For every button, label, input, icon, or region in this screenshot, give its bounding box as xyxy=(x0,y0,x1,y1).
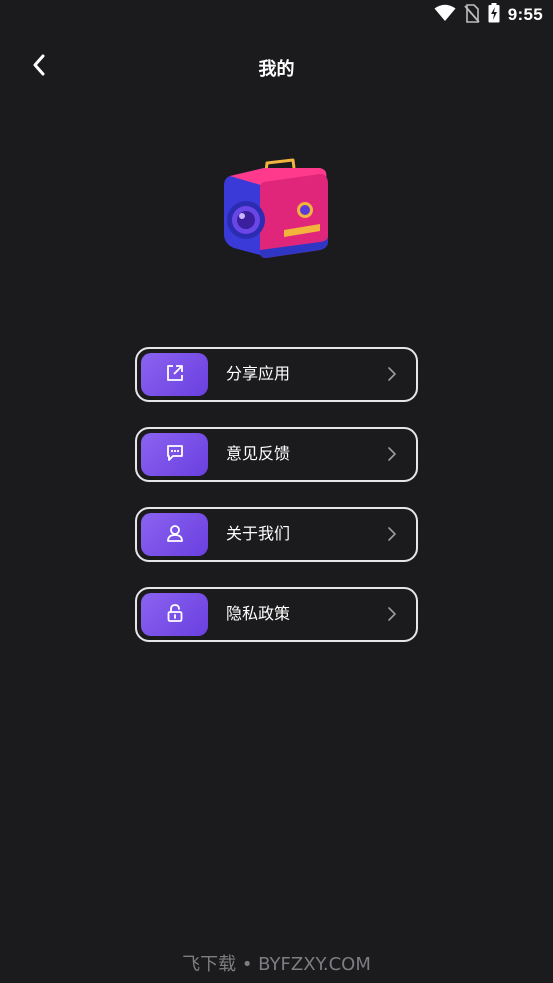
menu-icon-box xyxy=(141,513,208,556)
watermark: 飞下载 • BYFZXY.COM xyxy=(182,954,371,975)
share-icon xyxy=(165,363,185,387)
no-sim-icon xyxy=(464,3,480,27)
menu-item-label: 分享应用 xyxy=(226,364,291,383)
menu-item-share-app[interactable]: 分享应用 xyxy=(135,347,418,402)
header: 我的 xyxy=(0,44,553,90)
battery-charging-icon xyxy=(488,3,500,27)
chevron-right-icon xyxy=(386,445,398,463)
camera-3d-icon xyxy=(220,156,332,264)
menu-item-label: 意见反馈 xyxy=(226,444,291,463)
menu-list: 分享应用 意见反馈 关于我们 隐私政策 xyxy=(135,347,418,667)
wifi-icon xyxy=(434,4,456,26)
menu-icon-box xyxy=(141,353,208,396)
user-icon xyxy=(165,523,185,547)
menu-icon-box xyxy=(141,593,208,636)
page-title: 我的 xyxy=(258,59,295,80)
chevron-right-icon xyxy=(386,365,398,383)
menu-item-feedback[interactable]: 意见反馈 xyxy=(135,427,418,482)
lock-icon xyxy=(165,603,185,627)
menu-item-about-us[interactable]: 关于我们 xyxy=(135,507,418,562)
status-bar: 9:55 xyxy=(0,0,553,30)
menu-item-privacy-policy[interactable]: 隐私政策 xyxy=(135,587,418,642)
menu-item-label: 关于我们 xyxy=(226,524,291,543)
feedback-icon xyxy=(165,443,185,467)
menu-icon-box xyxy=(141,433,208,476)
menu-item-label: 隐私政策 xyxy=(226,604,291,623)
chevron-right-icon xyxy=(386,525,398,543)
status-icons: 9:55 xyxy=(434,3,543,27)
status-time: 9:55 xyxy=(507,5,543,24)
chevron-right-icon xyxy=(386,605,398,623)
